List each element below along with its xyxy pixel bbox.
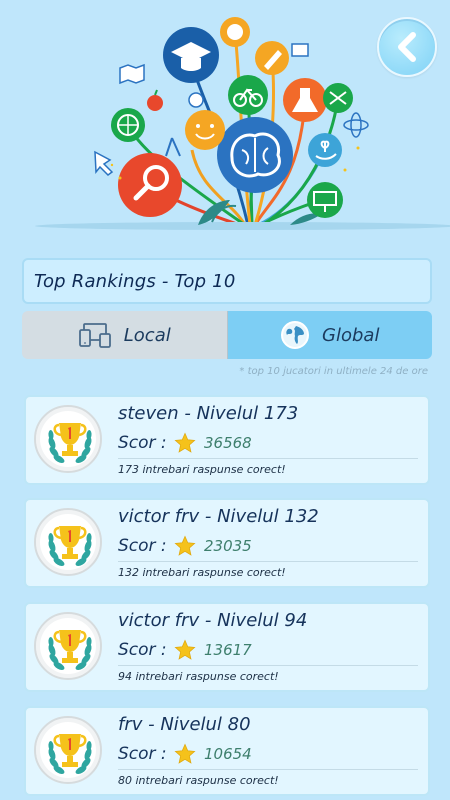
trophy-badge: [34, 612, 102, 680]
tab-local-label: Local: [123, 324, 171, 346]
trophy-icon: [48, 423, 92, 463]
divider: [118, 458, 418, 459]
player-name-level: victor frv - Nivelul 94: [118, 610, 308, 631]
divider: [118, 665, 418, 666]
player-name-level: steven - Nivelul 173: [118, 403, 299, 424]
rankings-title-bar: Top Rankings - Top 10: [22, 258, 432, 304]
score-label: Scor :: [118, 640, 167, 660]
player-name-level: frv - Nivelul 80: [118, 714, 251, 735]
star-icon: [174, 535, 196, 556]
ranking-card[interactable]: victor frv - Nivelul 132 Scor : 23035 13…: [24, 498, 430, 588]
player-name-level: victor frv - Nivelul 132: [118, 506, 319, 527]
divider: [118, 769, 418, 770]
score-row: Scor : 23035: [118, 534, 252, 558]
star-icon: [174, 743, 196, 764]
score-row: Scor : 13617: [118, 638, 252, 662]
chevron-left-icon: [398, 32, 416, 62]
page-title: Top Rankings - Top 10: [34, 270, 236, 292]
score-row: Scor : 36568: [118, 431, 252, 455]
back-button[interactable]: [377, 17, 437, 77]
trophy-icon: [48, 734, 92, 774]
ranking-card[interactable]: frv - Nivelul 80 Scor : 10654 80 intreba…: [24, 706, 430, 796]
score-label: Scor :: [118, 433, 167, 453]
tab-local[interactable]: Local: [22, 311, 228, 359]
ranking-card[interactable]: steven - Nivelul 173 Scor : 36568 173 in…: [24, 395, 430, 485]
score-value: 23035: [204, 537, 252, 555]
score-row: Scor : 10654: [118, 742, 252, 766]
trophy-badge: [34, 405, 102, 473]
trophy-icon: [48, 630, 92, 670]
correct-answers-text: 80 intrebari raspunse corect!: [118, 774, 279, 787]
trophy-icon: [48, 526, 92, 566]
tab-global-label: Global: [322, 324, 380, 346]
score-label: Scor :: [118, 744, 167, 764]
divider: [118, 561, 418, 562]
devices-icon: [78, 323, 111, 348]
score-label: Scor :: [118, 536, 167, 556]
score-value: 36568: [204, 434, 252, 452]
correct-answers-text: 173 intrebari raspunse corect!: [118, 463, 286, 476]
globe-icon: [281, 321, 310, 349]
trophy-badge: [34, 716, 102, 784]
scope-tabs: Local Global: [22, 311, 432, 359]
correct-answers-text: 132 intrebari raspunse corect!: [118, 566, 286, 579]
rankings-screen: Top Rankings - Top 10 Local Global * top…: [0, 0, 450, 800]
star-icon: [174, 639, 196, 660]
tab-global[interactable]: Global: [227, 311, 432, 359]
ranking-card[interactable]: victor frv - Nivelul 94 Scor : 13617 94 …: [24, 602, 430, 692]
rankings-note: * top 10 jucatori in ultimele 24 de ore: [239, 366, 428, 377]
correct-answers-text: 94 intrebari raspunse corect!: [118, 670, 279, 683]
trophy-badge: [34, 508, 102, 576]
star-icon: [174, 432, 196, 453]
score-value: 13617: [204, 641, 252, 659]
score-value: 10654: [204, 745, 252, 763]
